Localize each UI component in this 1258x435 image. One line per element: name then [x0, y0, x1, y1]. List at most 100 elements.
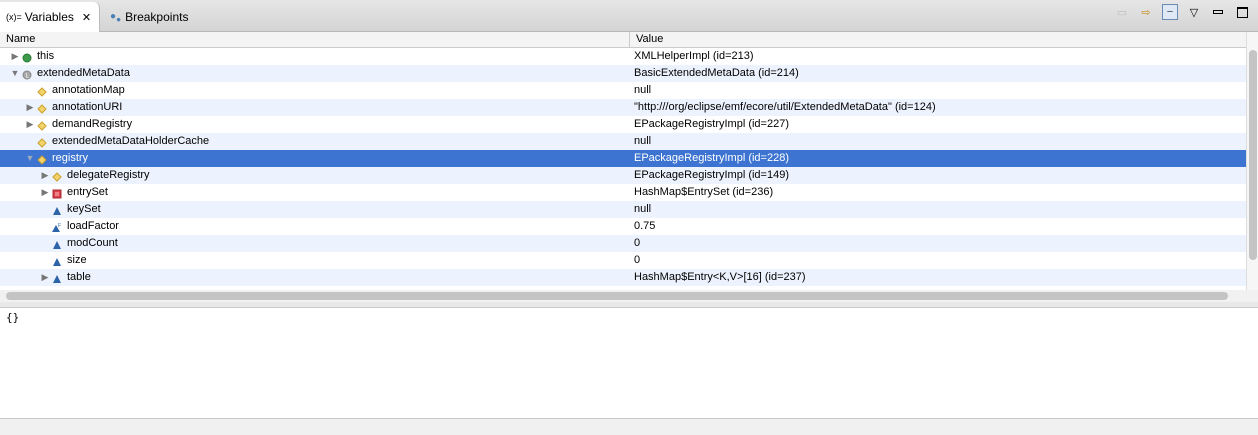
tree-row[interactable]: ▶ entrySet HashMap$EntrySet (id=236) [0, 184, 1246, 201]
variable-name: this [37, 50, 55, 62]
variable-name: table [67, 271, 91, 283]
horizontal-scroll-thumb[interactable] [6, 292, 1228, 300]
variable-value: EPackageRegistryImpl (id=149) [634, 169, 789, 181]
column-header-name[interactable]: Name [0, 32, 630, 47]
field-protected-icon [37, 86, 47, 97]
tab-breakpoints[interactable]: ●● Breakpoints [104, 2, 214, 32]
name-cell: ▶ table [0, 269, 630, 286]
object-green-icon [22, 52, 32, 62]
expanded-arrow-icon[interactable]: ▼ [10, 65, 20, 82]
show-logical-structure-icon[interactable]: ⇨ [1138, 4, 1154, 20]
variable-value: null [634, 84, 652, 96]
minimize-icon[interactable] [1210, 4, 1226, 20]
view-toolbar: ▭ ⇨ − ▽ [1114, 4, 1250, 20]
variable-name: keySet [67, 203, 101, 215]
tree-row[interactable]: ▶ this XMLHelperImpl (id=213) [0, 48, 1246, 65]
name-cell: size [0, 252, 630, 269]
field-default-icon [52, 239, 62, 249]
variable-name: annotationURI [52, 101, 123, 113]
name-cell: keySet [0, 201, 630, 218]
name-cell: extendedMetaDataHolderCache [0, 133, 630, 150]
variable-name: demandRegistry [52, 118, 133, 130]
variable-value: 0 [634, 237, 641, 249]
tree-row[interactable]: ▶ annotationURI "http:///org/eclipse/emf… [0, 99, 1246, 116]
field-default-icon [52, 205, 62, 215]
name-cell: ▶ entrySet [0, 184, 630, 201]
variable-value: EPackageRegistryImpl (id=228) [634, 152, 789, 164]
variable-name: modCount [67, 237, 118, 249]
collapsed-arrow-icon[interactable]: ▶ [40, 184, 50, 201]
field-default-icon [52, 273, 62, 283]
tree-row[interactable]: ▶ demandRegistry EPackageRegistryImpl (i… [0, 116, 1246, 133]
collapsed-arrow-icon[interactable]: ▶ [40, 269, 50, 286]
variable-name: entrySet [67, 186, 108, 198]
variable-name: extendedMetaDataHolderCache [52, 135, 210, 147]
collapsed-arrow-icon[interactable]: ▶ [25, 116, 35, 133]
expanded-arrow-icon[interactable]: ▼ [25, 150, 35, 167]
variable-value: 0.75 [634, 220, 656, 232]
field-protected-icon [37, 120, 47, 131]
tab-label: Variables [24, 10, 74, 24]
collapsed-arrow-icon[interactable]: ▶ [25, 99, 35, 116]
tree-row[interactable]: ▼ L extendedMetaData BasicExtendedMetaDa… [0, 65, 1246, 82]
tree-row[interactable]: keySet null [0, 201, 1246, 218]
name-cell: ▶ delegateRegistry [0, 167, 630, 184]
variable-value: null [634, 135, 652, 147]
vertical-scrollbar[interactable] [1246, 32, 1258, 290]
show-type-names-icon[interactable]: ▭ [1114, 4, 1130, 20]
variable-value: BasicExtendedMetaData (id=214) [634, 67, 799, 79]
variable-value: 0 [634, 254, 641, 266]
variables-tree: ▶ this XMLHelperImpl (id=213) ▼ L extend… [0, 48, 1246, 286]
name-cell: ▶ demandRegistry [0, 116, 630, 133]
variable-value: XMLHelperImpl (id=213) [634, 50, 754, 62]
bottom-bar [0, 418, 1258, 435]
name-cell: ▼ L extendedMetaData [0, 65, 630, 82]
breakpoints-icon: ●● [110, 10, 122, 24]
field-protected-icon [52, 171, 62, 182]
tree-row[interactable]: ▶ delegateRegistry EPackageRegistryImpl … [0, 167, 1246, 184]
field-protected-icon [37, 154, 47, 165]
tree-row[interactable]: ▼ registry EPackageRegistryImpl (id=228) [0, 150, 1246, 167]
horizontal-scrollbar[interactable] [0, 290, 1258, 302]
variable-name: extendedMetaData [37, 67, 130, 79]
field-default-icon [52, 256, 62, 266]
tab-label: Breakpoints [125, 10, 189, 24]
tab-variables[interactable]: (x)= Variables ✕ [0, 2, 100, 32]
variable-value: HashMap$Entry<K,V>[16] (id=237) [634, 271, 806, 283]
field-protected-icon [37, 137, 47, 148]
tree-row[interactable]: size 0 [0, 252, 1246, 269]
tree-row[interactable]: annotationMap null [0, 82, 1246, 99]
variable-value: "http:///org/eclipse/emf/ecore/util/Exte… [634, 101, 936, 113]
tree-row[interactable]: extendedMetaDataHolderCache null [0, 133, 1246, 150]
variable-value: null [634, 203, 652, 215]
name-cell: F loadFactor [0, 218, 630, 235]
name-cell: ▶ this [0, 48, 630, 65]
view-tab-bar: (x)= Variables ✕ ●● Breakpoints ▭ ⇨ − ▽ [0, 0, 1258, 32]
field-private-icon [52, 188, 62, 198]
column-header-value[interactable]: Value [630, 32, 663, 47]
name-cell: ▶ annotationURI [0, 99, 630, 116]
collapsed-arrow-icon[interactable]: ▶ [40, 167, 50, 184]
collapse-all-icon[interactable]: − [1162, 4, 1178, 20]
variable-name: size [67, 254, 87, 266]
variable-name: registry [52, 152, 89, 164]
variable-value: EPackageRegistryImpl (id=227) [634, 118, 789, 130]
field-default-final-icon: F [52, 222, 62, 232]
variable-name: annotationMap [52, 84, 125, 96]
variable-name: delegateRegistry [67, 169, 150, 181]
view-menu-icon[interactable]: ▽ [1186, 4, 1202, 20]
vertical-scroll-thumb[interactable] [1249, 50, 1257, 260]
detail-pane[interactable]: {} [0, 308, 1244, 418]
name-cell: annotationMap [0, 82, 630, 99]
tree-row[interactable]: ▶ table HashMap$Entry<K,V>[16] (id=237) [0, 269, 1246, 286]
tree-header: Name Value [0, 32, 1246, 48]
close-icon[interactable]: ✕ [82, 11, 91, 24]
variables-icon: (x)= [6, 12, 22, 22]
field-protected-icon [37, 103, 47, 114]
variable-name: loadFactor [67, 220, 119, 232]
tree-row[interactable]: F loadFactor 0.75 [0, 218, 1246, 235]
tree-row[interactable]: modCount 0 [0, 235, 1246, 252]
name-cell: ▼ registry [0, 150, 630, 167]
maximize-icon[interactable] [1234, 4, 1250, 20]
collapsed-arrow-icon[interactable]: ▶ [10, 48, 20, 65]
